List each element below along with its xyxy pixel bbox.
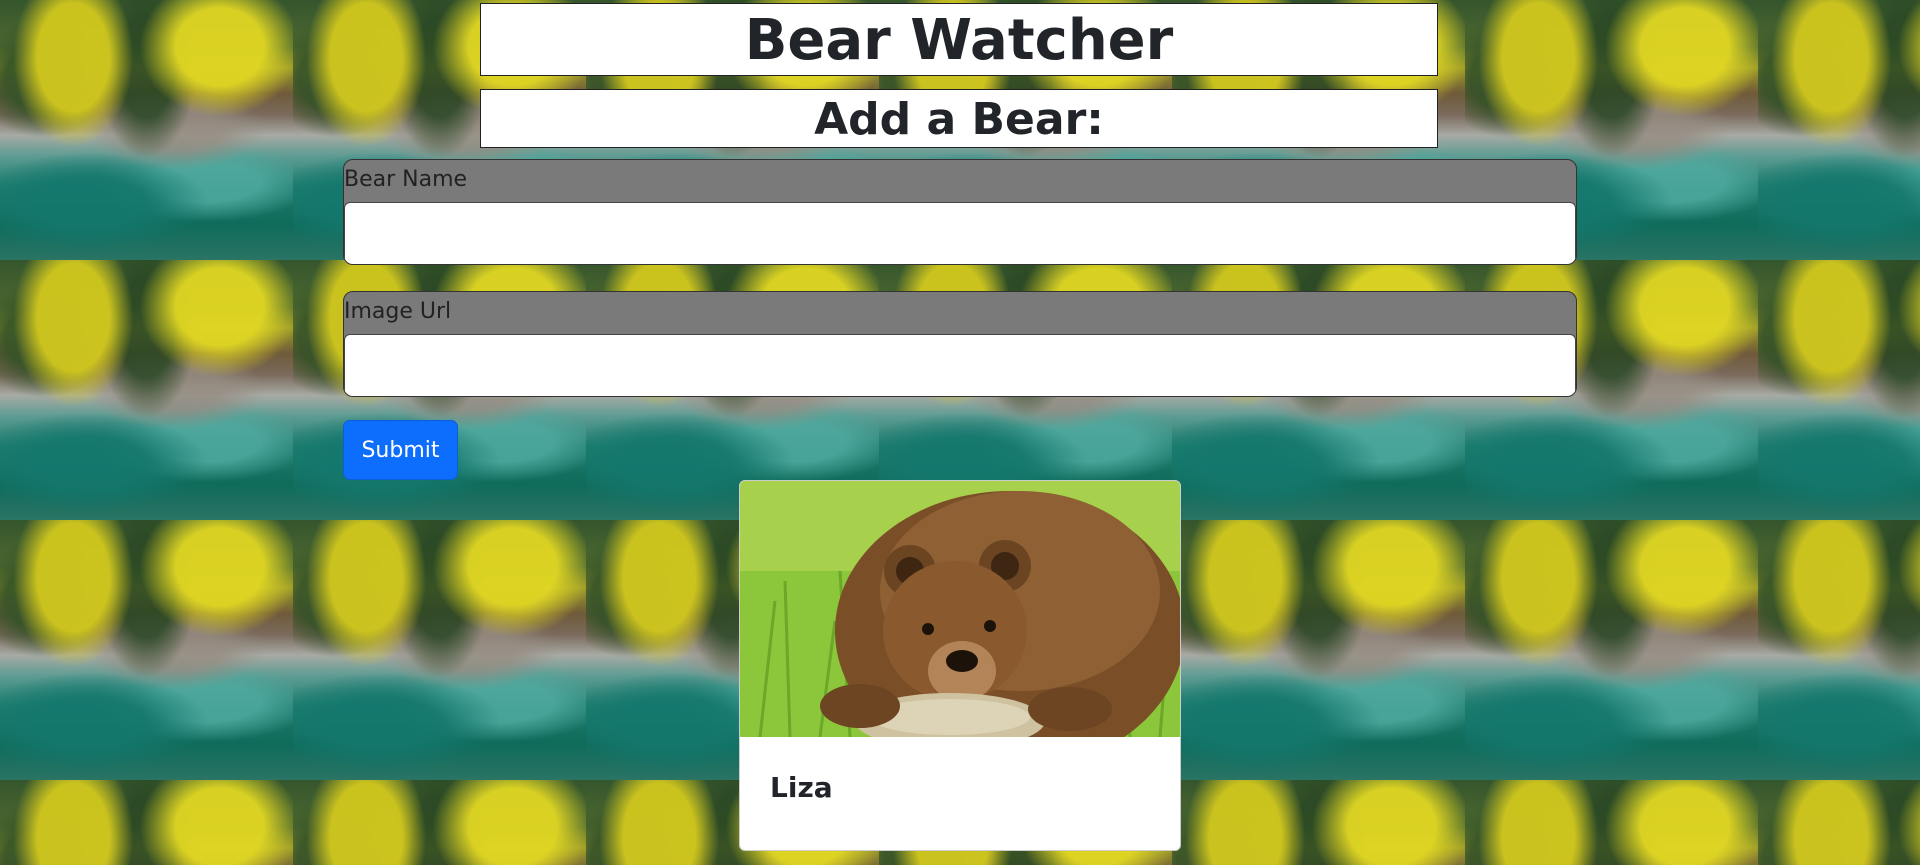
- image-url-input[interactable]: [344, 334, 1576, 396]
- bear-image: [740, 481, 1180, 737]
- image-url-label: Image Url: [344, 299, 452, 324]
- submit-button[interactable]: Submit: [343, 420, 458, 480]
- bear-name-input[interactable]: [344, 202, 1576, 264]
- bear-name-field-group: Bear Name: [343, 159, 1577, 265]
- bear-card: Liza: [739, 480, 1181, 851]
- bear-name: Liza: [770, 771, 833, 804]
- page-title: Bear Watcher: [480, 3, 1438, 76]
- bear-name-label: Bear Name: [344, 167, 468, 192]
- form-heading: Add a Bear:: [480, 89, 1438, 148]
- image-url-field-group: Image Url: [343, 291, 1577, 397]
